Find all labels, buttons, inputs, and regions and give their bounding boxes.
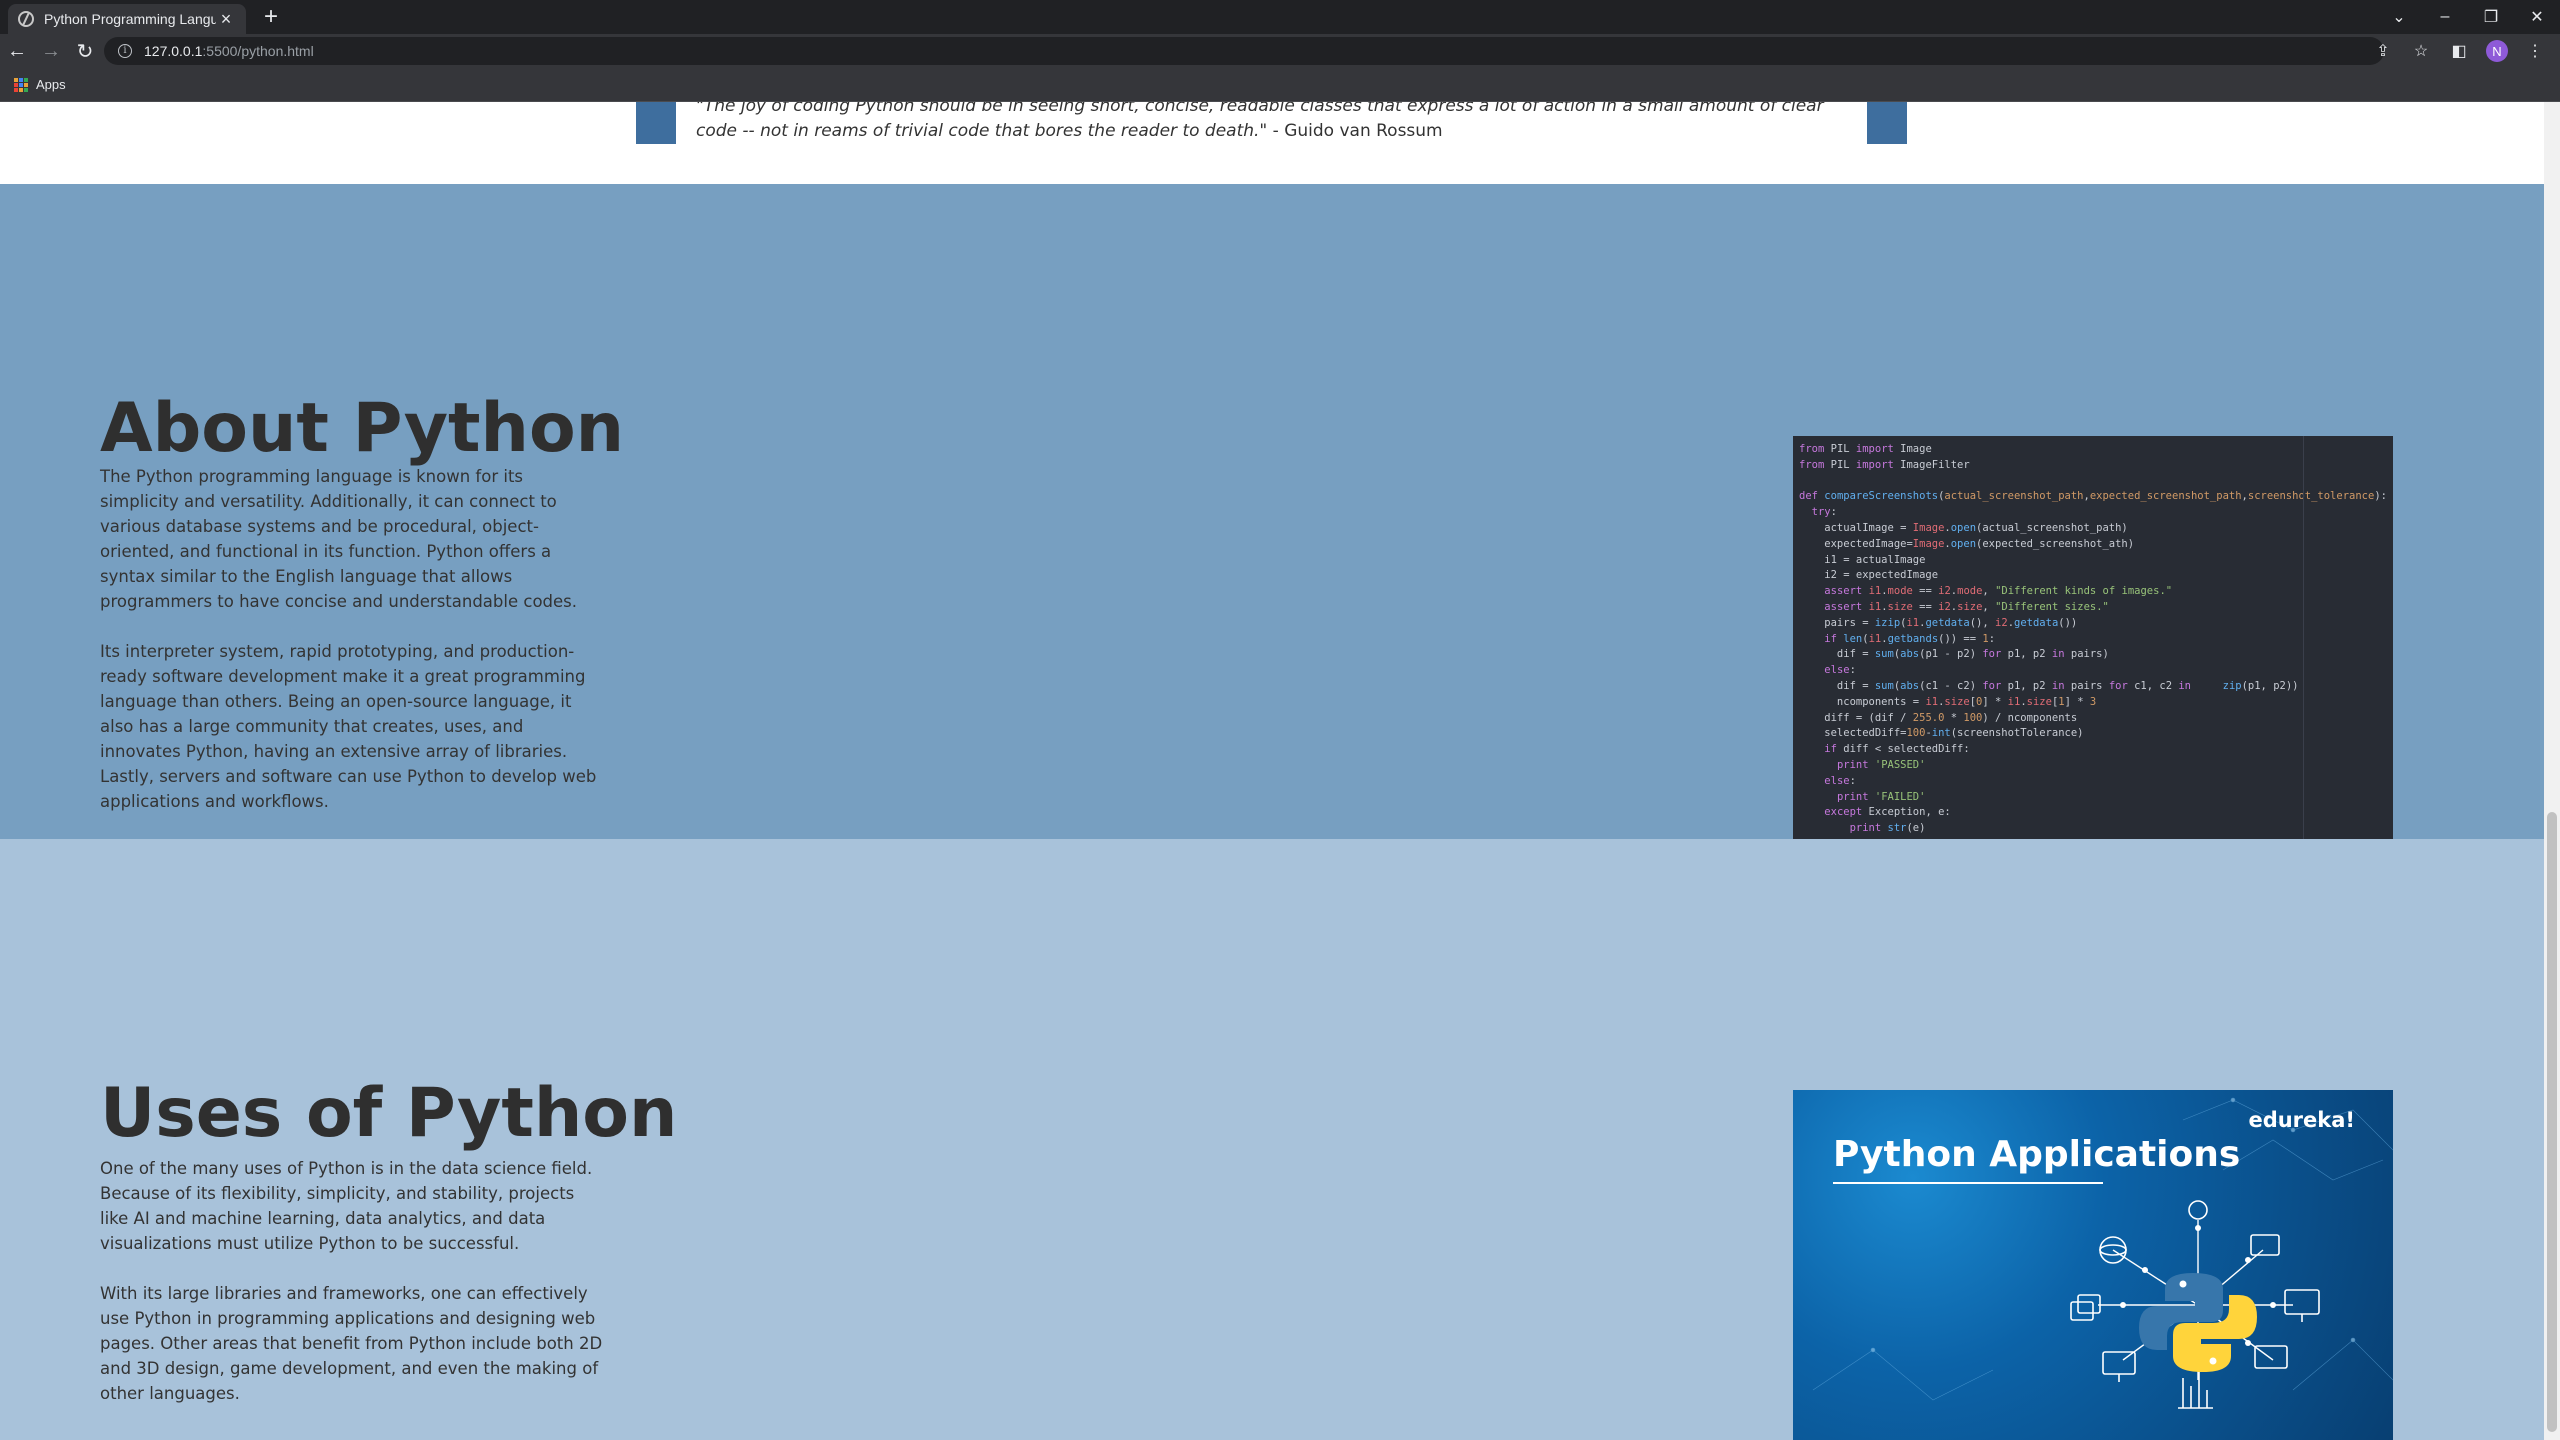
side-panel-icon[interactable]: ◧ — [2440, 34, 2478, 68]
python-applications-image: edureka! Python Applications — [1793, 1090, 2393, 1440]
quote-section: "The joy of coding Python should be in s… — [0, 102, 2544, 184]
close-tab-icon[interactable]: × — [216, 9, 236, 30]
banner-brand: edureka! — [2248, 1108, 2355, 1132]
quote-block: "The joy of coding Python should be in s… — [696, 102, 1846, 144]
close-window-icon[interactable]: ✕ — [2514, 0, 2560, 34]
minimize-icon[interactable]: – — [2422, 0, 2468, 34]
uses-text: One of the many uses of Python is in the… — [100, 1156, 605, 1431]
avatar: N — [2486, 40, 2508, 62]
tab-search-icon[interactable]: ⌄ — [2376, 0, 2422, 34]
about-paragraph-1: The Python programming language is known… — [100, 467, 578, 611]
forward-arrow-icon[interactable]: → — [34, 34, 68, 68]
address-bar[interactable]: i 127.0.0.1:5500/python.html — [104, 37, 2384, 65]
page-scrollbar[interactable] — [2544, 102, 2560, 1440]
uses-paragraph-1: One of the many uses of Python is in the… — [100, 1159, 593, 1253]
reload-icon[interactable]: ↻ — [68, 34, 102, 68]
browser-tab[interactable]: Python Programming Language × — [8, 4, 246, 34]
page-viewport: "The joy of coding Python should be in s… — [0, 102, 2544, 1440]
url-host: 127.0.0.1 — [144, 43, 203, 59]
quote-author: - Guido van Rossum — [1272, 121, 1443, 141]
info-icon[interactable]: i — [118, 44, 132, 58]
globe-icon — [18, 11, 34, 27]
code-screenshot-image: from PIL import Image from PIL import Im… — [1793, 436, 2393, 840]
restore-icon[interactable]: ❐ — [2468, 0, 2514, 34]
back-arrow-icon[interactable]: ← — [0, 34, 34, 68]
share-icon[interactable]: ⇪ — [2364, 34, 2402, 68]
browser-tabstrip: Python Programming Language × + ⌄ – ❐ ✕ — [0, 0, 2560, 34]
bookmark-apps[interactable]: Apps — [36, 77, 66, 92]
apps-grid-icon[interactable] — [14, 77, 28, 92]
about-text: The Python programming language is known… — [100, 464, 605, 839]
uses-title: Uses of Python — [100, 1074, 678, 1153]
bookmarks-bar: Apps — [0, 68, 2560, 102]
window-controls: ⌄ – ❐ ✕ — [2376, 0, 2560, 34]
quote-bar-right — [1867, 102, 1907, 144]
toolbar-actions: ⇪ ☆ ◧ N ⋮ — [2364, 34, 2554, 68]
quote-bar-left — [636, 102, 676, 144]
browser-toolbar: ← → ↻ i 127.0.0.1:5500/python.html ⇪ ☆ ◧… — [0, 34, 2560, 68]
about-title: About Python — [100, 389, 625, 468]
profile-button[interactable]: N — [2478, 34, 2516, 68]
tab-title: Python Programming Language — [44, 11, 216, 27]
star-icon[interactable]: ☆ — [2402, 34, 2440, 68]
new-tab-button[interactable]: + — [258, 5, 284, 31]
uses-paragraph-2: With its large libraries and frameworks,… — [100, 1284, 603, 1403]
menu-kebab-icon[interactable]: ⋮ — [2516, 34, 2554, 68]
quote-text: "The joy of coding Python should be in s… — [696, 102, 1824, 141]
about-paragraph-2: Its interpreter system, rapid prototypin… — [100, 642, 597, 811]
url-path: :5500/python.html — [202, 43, 314, 59]
scrollbar-thumb[interactable] — [2547, 812, 2557, 1432]
banner-title: Python Applications — [1833, 1134, 2241, 1175]
